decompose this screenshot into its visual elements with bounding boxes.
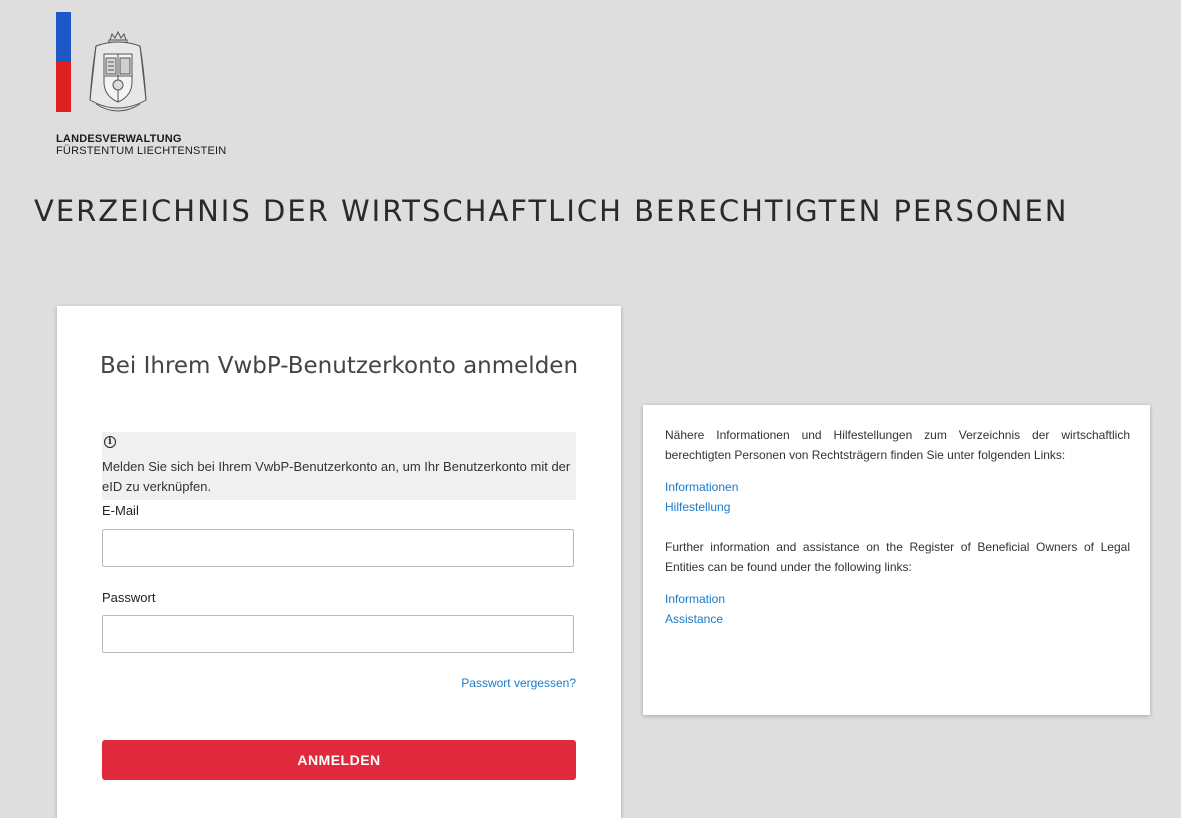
organization-name-line1: LANDESVERWALTUNG xyxy=(56,133,182,145)
info-card: Nähere Informationen und Hilfestellungen… xyxy=(643,405,1150,715)
info-message-text: Melden Sie sich bei Ihrem VwbP-Benutzerk… xyxy=(102,459,571,494)
info-circle-icon: i xyxy=(104,436,116,448)
organization-name: LANDESVERWALTUNG FÜRSTENTUM LIECHTENSTEI… xyxy=(56,133,226,157)
info-message-box: i Melden Sie sich bei Ihrem VwbP-Benutze… xyxy=(102,432,576,500)
link-hilfestellung[interactable]: Hilfestellung xyxy=(665,497,1130,517)
forgot-password-link[interactable]: Passwort vergessen? xyxy=(461,676,576,690)
email-label: E-Mail xyxy=(102,503,139,518)
info-text-english: Further information and assistance on th… xyxy=(665,540,1130,574)
login-title: Bei Ihrem VwbP-Benutzerkonto anmelden xyxy=(99,353,579,379)
page-title: VERZEICHNIS DER WIRTSCHAFTLICH BERECHTIG… xyxy=(34,194,1069,228)
german-links: Informationen Hilfestellung xyxy=(665,477,1130,517)
email-field[interactable] xyxy=(102,529,574,567)
login-button[interactable]: ANMELDEN xyxy=(102,740,576,780)
organization-name-line2: FÜRSTENTUM LIECHTENSTEIN xyxy=(56,145,227,157)
english-links: Information Assistance xyxy=(665,589,1130,629)
link-assistance[interactable]: Assistance xyxy=(665,609,1130,629)
coat-of-arms-icon xyxy=(89,30,147,112)
info-text-german: Nähere Informationen und Hilfestellungen… xyxy=(665,428,1130,462)
link-informationen[interactable]: Informationen xyxy=(665,477,1130,497)
flag-icon xyxy=(56,12,71,112)
info-card-content: Nähere Informationen und Hilfestellungen… xyxy=(665,425,1130,649)
password-field[interactable] xyxy=(102,615,574,653)
password-label: Passwort xyxy=(102,590,156,605)
login-card: Bei Ihrem VwbP-Benutzerkonto anmelden i … xyxy=(57,306,621,818)
link-information[interactable]: Information xyxy=(665,589,1130,609)
